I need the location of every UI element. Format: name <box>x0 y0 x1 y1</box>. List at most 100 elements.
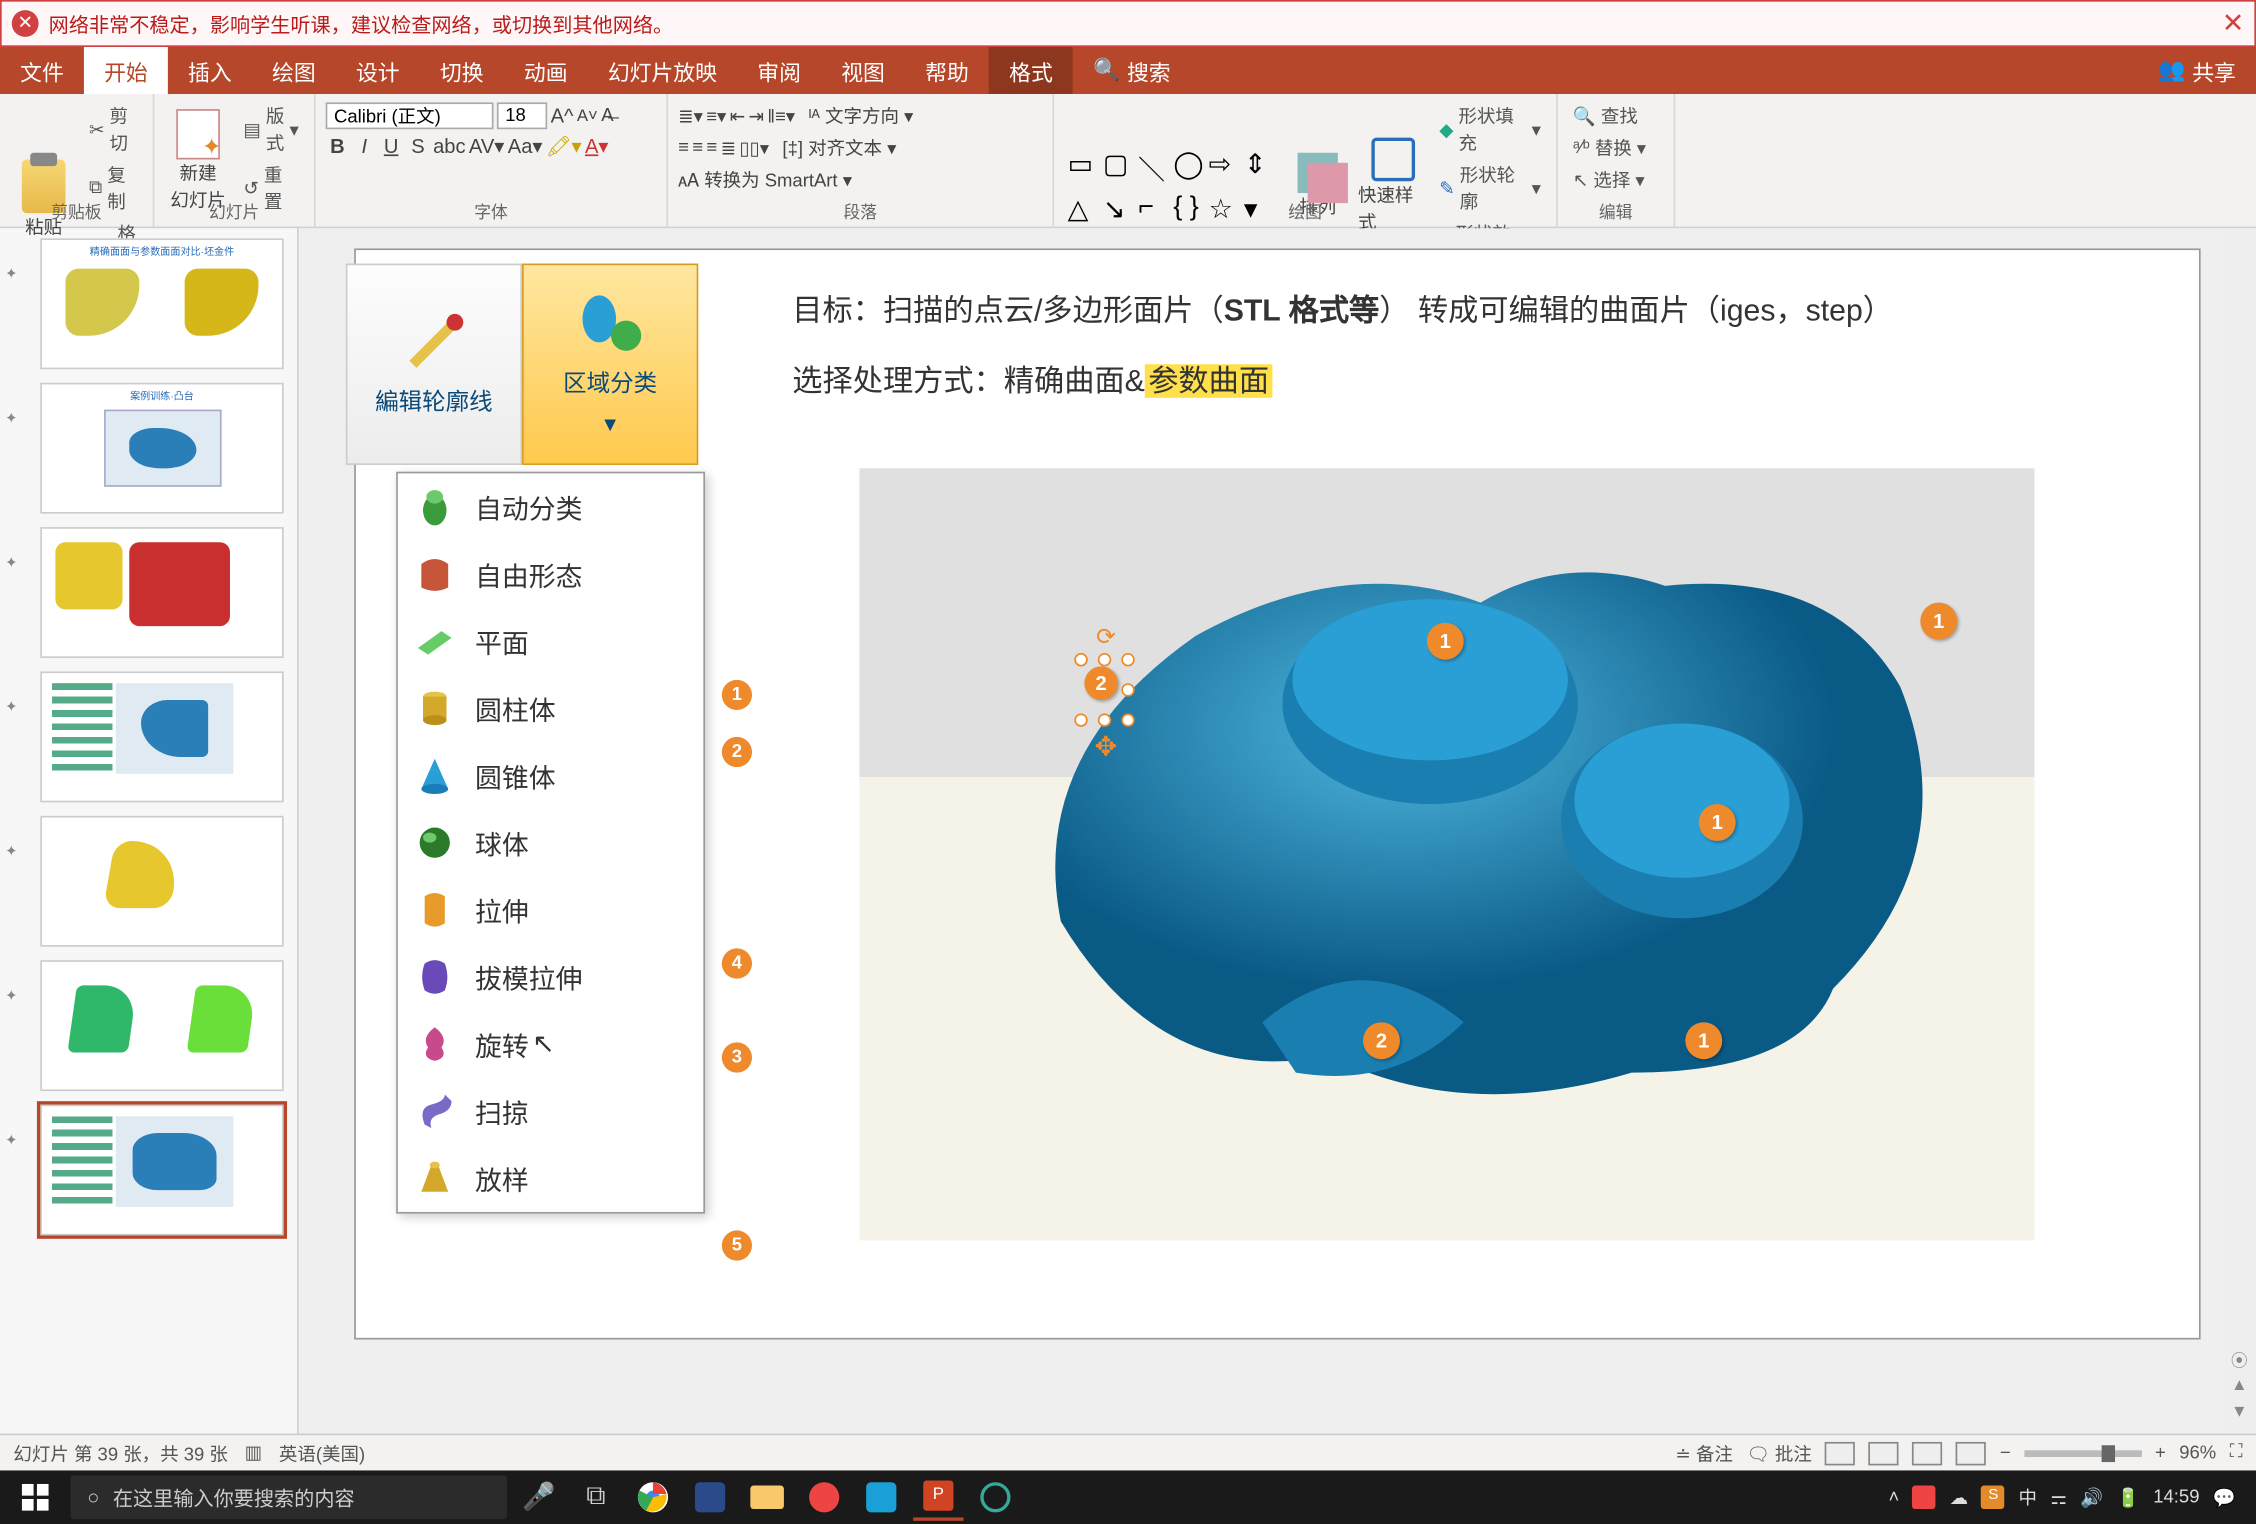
spellcheck-icon[interactable]: ▥ <box>245 1442 262 1464</box>
tab-draw[interactable]: 绘图 <box>252 47 336 94</box>
indent-inc-button[interactable]: ⇥ <box>749 105 764 127</box>
dd-cylinder[interactable]: 圆柱体 <box>398 675 704 742</box>
font-size-select[interactable] <box>497 102 547 129</box>
scroll-down-button[interactable]: ▼ <box>2229 1403 2249 1423</box>
line-spacing-button[interactable]: ‖≡▾ <box>767 105 795 127</box>
notes-button[interactable]: ≐ 备注 <box>1675 1439 1733 1466</box>
app-icon-2[interactable] <box>799 1474 849 1521</box>
slide-canvas[interactable]: 目标：扫描的点云/多边形面片（STL 格式等） 转成可编辑的曲面片（iges，s… <box>354 248 2200 1339</box>
replace-button[interactable]: ᵃ⁄ᵇ替换 ▾ <box>1568 133 1664 163</box>
ime-icon[interactable]: 中 <box>2018 1484 2036 1511</box>
increase-font-button[interactable]: A^ <box>551 104 574 128</box>
fit-to-window-button[interactable]: ⛶ <box>2230 1442 2243 1464</box>
clock[interactable]: 14:59 <box>2153 1487 2199 1507</box>
zoom-out-button[interactable]: − <box>2000 1443 2011 1463</box>
align-justify-button[interactable]: ≣ <box>721 137 736 159</box>
tab-view[interactable]: 视图 <box>821 47 905 94</box>
view-normal-button[interactable] <box>1825 1441 1855 1465</box>
dd-auto-classify[interactable]: 自动分类 <box>398 473 704 540</box>
edge-icon[interactable] <box>970 1474 1020 1521</box>
shadow-button[interactable]: abc <box>433 134 465 158</box>
start-button[interactable] <box>7 1474 64 1521</box>
align-right-button[interactable]: ≡ <box>706 138 717 158</box>
mic-icon[interactable]: 🎤 <box>514 1474 564 1521</box>
find-button[interactable]: 🔍查找 <box>1568 101 1664 131</box>
selected-bubble-2[interactable]: 2 <box>1084 666 1118 700</box>
app-icon-1[interactable] <box>685 1474 735 1521</box>
case-button[interactable]: Aa▾ <box>508 134 543 158</box>
bullets-button[interactable]: ≣▾ <box>678 105 703 127</box>
thumb-38[interactable] <box>40 960 283 1091</box>
comments-button[interactable]: 🗨 批注 <box>1746 1439 1812 1466</box>
numbering-button[interactable]: ≡▾ <box>706 105 726 127</box>
tray-cloud-icon[interactable]: ☁ <box>1950 1486 1968 1508</box>
dd-revolve[interactable]: 旋转↖ <box>398 1011 704 1078</box>
tab-help[interactable]: 帮助 <box>905 47 989 94</box>
taskview-icon[interactable]: ⧉ <box>571 1474 621 1521</box>
app-icon-3[interactable] <box>856 1474 906 1521</box>
notification-icon[interactable]: 💬 <box>2213 1486 2236 1508</box>
powerpoint-icon[interactable]: P <box>913 1474 963 1521</box>
strike-button[interactable]: S <box>406 134 430 158</box>
view-reading-button[interactable] <box>1913 1441 1943 1465</box>
tray-sogou-icon[interactable]: S <box>1982 1486 2006 1510</box>
align-left-button[interactable]: ≡ <box>678 138 689 158</box>
dd-draft-extrude[interactable]: 拔模拉伸 <box>398 943 704 1010</box>
view-sorter-button[interactable] <box>1869 1441 1899 1465</box>
clear-format-button[interactable]: A̶ <box>601 106 613 126</box>
tab-review[interactable]: 审阅 <box>737 47 821 94</box>
underline-button[interactable]: U <box>379 134 403 158</box>
slide-thumbnails-panel[interactable]: 33✦ 精确面面与参数面面对比·坯金件 34✦ 案例训练·凸台 35✦ 36✦ … <box>0 228 299 1433</box>
text-direction-button[interactable]: ᴵᴬ 文字方向 ▾ <box>808 102 913 129</box>
status-language[interactable]: 英语(美国) <box>279 1439 365 1466</box>
dd-plane[interactable]: 平面 <box>398 608 704 675</box>
scroll-up-button[interactable]: ▲ <box>2229 1376 2249 1396</box>
dd-cone[interactable]: 圆锥体 <box>398 742 704 809</box>
view-slideshow-button[interactable] <box>1956 1441 1986 1465</box>
tab-animation[interactable]: 动画 <box>504 47 588 94</box>
tray-up-icon[interactable]: ˄ <box>1889 1487 1900 1507</box>
bold-button[interactable]: B <box>326 134 350 158</box>
tab-home[interactable]: 开始 <box>84 47 168 94</box>
tab-format[interactable]: 格式 <box>989 47 1073 94</box>
region-classify-button[interactable]: 区域分类 ▾ <box>522 264 698 465</box>
spacing-button[interactable]: AV▾ <box>469 134 504 158</box>
select-button[interactable]: ↖选择 ▾ <box>1568 165 1664 195</box>
dd-extrude[interactable]: 拉伸 <box>398 876 704 943</box>
battery-icon[interactable]: 🔋 <box>2117 1486 2140 1508</box>
zoom-slider[interactable] <box>2024 1449 2142 1456</box>
folder-icon[interactable] <box>742 1474 792 1521</box>
decrease-font-button[interactable]: A˅ <box>577 107 598 125</box>
vertical-scrollbar[interactable]: ⦿ ▲ ▼ <box>2226 228 2253 1433</box>
share-button[interactable]: 👥 共享 <box>2138 47 2256 94</box>
tab-slideshow[interactable]: 幻灯片放映 <box>588 47 737 94</box>
dd-loft[interactable]: 放样 <box>398 1145 704 1212</box>
wifi-icon[interactable]: ⚎ <box>2050 1486 2067 1508</box>
dd-freeform[interactable]: 自由形态 <box>398 541 704 608</box>
thumb-39[interactable] <box>40 1105 283 1236</box>
thumb-34[interactable]: 案例训练·凸台 <box>40 383 283 514</box>
italic-button[interactable]: I <box>353 134 377 158</box>
edit-contour-button[interactable]: 編辑轮廓线 <box>346 264 522 465</box>
tab-file[interactable]: 文件 <box>0 47 84 94</box>
prev-slide-button[interactable]: ⦿ <box>2229 1346 2249 1366</box>
tab-transition[interactable]: 切换 <box>420 47 504 94</box>
thumb-36[interactable] <box>40 671 283 802</box>
warning-close-button[interactable]: ✕ <box>2222 7 2245 41</box>
indent-dec-button[interactable]: ⇤ <box>730 105 745 127</box>
tray-app-icon[interactable] <box>1913 1486 1937 1510</box>
zoom-in-button[interactable]: + <box>2155 1443 2166 1463</box>
dd-sphere[interactable]: 球体 <box>398 809 704 876</box>
font-color-button[interactable]: A▾ <box>585 134 609 158</box>
columns-button[interactable]: ▯▯▾ <box>739 137 769 159</box>
tab-design[interactable]: 设计 <box>336 47 420 94</box>
font-name-select[interactable] <box>326 102 494 129</box>
rotate-handle-icon[interactable]: ⟳ <box>1096 623 1116 652</box>
selection-handles[interactable]: ⟳ 2 ✥ <box>1081 653 1131 754</box>
tab-insert[interactable]: 插入 <box>168 47 252 94</box>
thumb-33[interactable]: 精确面面与参数面面对比·坯金件 <box>40 238 283 369</box>
move-handle-icon[interactable]: ✥ <box>1094 730 1117 764</box>
dd-sweep[interactable]: 扫掠 <box>398 1078 704 1145</box>
thumb-37[interactable] <box>40 816 283 947</box>
shape-fill-button[interactable]: ◆形状填充 ▾ <box>1434 101 1546 158</box>
